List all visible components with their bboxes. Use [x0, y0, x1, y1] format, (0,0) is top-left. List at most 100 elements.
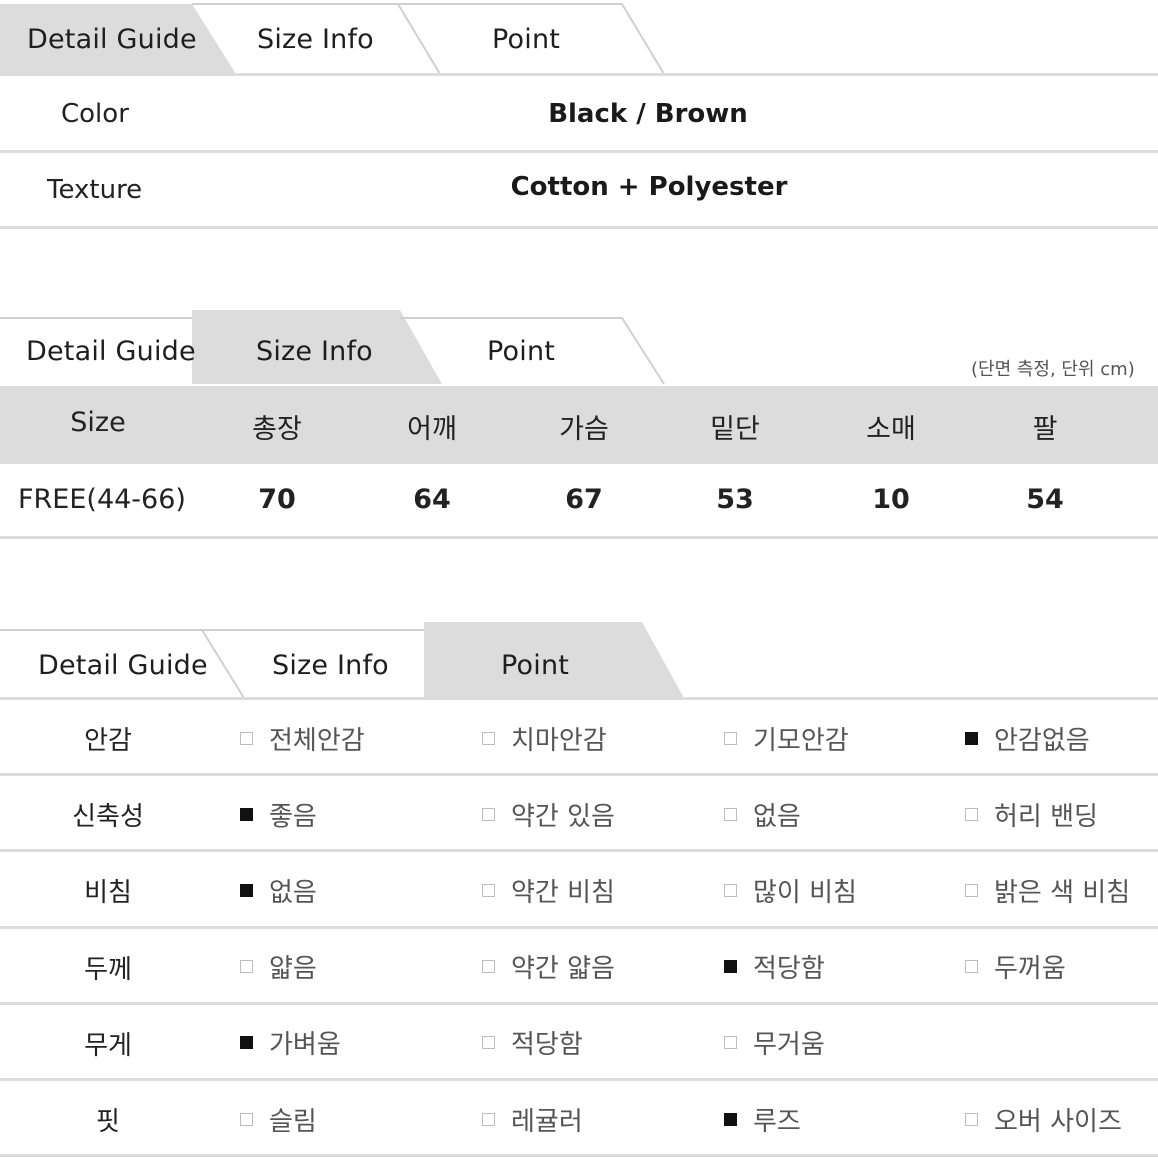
- point-option: 허리 밴딩: [965, 796, 1098, 832]
- tab-detail-guide[interactable]: Detail Guide: [27, 24, 197, 55]
- divider: [0, 697, 1158, 700]
- point-option-label: 좋음: [269, 801, 317, 832]
- checked-box-icon: [965, 731, 978, 745]
- tab-size-info[interactable]: Size Info: [272, 650, 389, 681]
- texture-label: Texture: [47, 175, 143, 205]
- point-option: 치마안감: [482, 720, 607, 756]
- point-option: 약간 비침: [482, 872, 615, 908]
- point-option-label: 밝은 색 비침: [994, 877, 1131, 908]
- tab-size-info[interactable]: Size Info: [256, 336, 373, 367]
- size-value-arm: 54: [1026, 484, 1064, 515]
- unchecked-box-icon: [482, 960, 495, 974]
- size-header-hem: 밑단: [710, 414, 760, 445]
- tab-point[interactable]: Point: [492, 24, 560, 55]
- point-option: 안감없음: [965, 720, 1090, 756]
- unchecked-box-icon: [482, 1036, 495, 1050]
- point-option-label: 적당함: [511, 1030, 583, 1061]
- point-option-label: 약간 비침: [511, 877, 615, 908]
- point-option: 약간 있음: [482, 796, 615, 832]
- point-option: 좋음: [240, 796, 317, 832]
- unchecked-box-icon: [965, 807, 978, 821]
- unchecked-box-icon: [482, 883, 495, 897]
- point-option: 루즈: [724, 1101, 801, 1137]
- divider: [0, 150, 1158, 153]
- divider: [0, 1154, 1158, 1158]
- point-option-label: 없음: [269, 877, 317, 908]
- checked-box-icon: [240, 883, 253, 897]
- size-header-arm: 팔: [1032, 414, 1058, 445]
- unchecked-box-icon: [482, 731, 495, 745]
- unchecked-box-icon: [965, 883, 978, 897]
- size-header-shoulder: 어깨: [407, 414, 457, 445]
- divider: [0, 849, 1158, 853]
- size-value-shoulder: 64: [413, 484, 451, 515]
- unchecked-box-icon: [240, 1112, 253, 1126]
- point-option-label: 가벼움: [269, 1030, 341, 1061]
- tabbar-detail-guide: Detail Guide Size Info Point: [0, 0, 1158, 78]
- checked-box-icon: [724, 960, 737, 974]
- point-option-label: 치마안감: [511, 725, 607, 756]
- point-option: 기모안감: [724, 720, 849, 756]
- point-option: 레귤러: [482, 1101, 583, 1137]
- size-value-total-length: 70: [258, 484, 296, 515]
- point-option: 전체안감: [240, 720, 365, 756]
- unchecked-box-icon: [724, 807, 737, 821]
- checked-box-icon: [240, 807, 253, 821]
- unchecked-box-icon: [240, 960, 253, 974]
- tab-size-info[interactable]: Size Info: [257, 24, 374, 55]
- size-header-sleeve: 소매: [866, 414, 916, 445]
- tab-detail-guide[interactable]: Detail Guide: [38, 650, 208, 681]
- divider: [0, 1001, 1158, 1005]
- tabbar-size-info: Detail Guide Size Info Point (단면 측정, 단위 …: [0, 310, 1158, 386]
- divider: [0, 73, 1158, 76]
- texture-value: Cotton + Polyester: [510, 172, 788, 202]
- tab-detail-guide[interactable]: Detail Guide: [26, 336, 196, 367]
- point-option: 얇음: [240, 949, 317, 985]
- tab-point[interactable]: Point: [501, 650, 569, 681]
- point-option: 약간 얇음: [482, 949, 615, 985]
- point-option-label: 안감없음: [994, 725, 1090, 756]
- unchecked-box-icon: [724, 883, 737, 897]
- point-option: 없음: [724, 796, 801, 832]
- divider: [0, 536, 1158, 539]
- unit-note: (단면 측정, 단위 cm): [971, 359, 1135, 380]
- point-option: 슬림: [240, 1101, 317, 1137]
- point-option-label: 기모안감: [753, 725, 849, 756]
- size-header-total-length: 총장: [252, 414, 302, 445]
- point-option-label: 없음: [753, 801, 801, 832]
- size-value-sleeve: 10: [872, 484, 910, 515]
- unchecked-box-icon: [724, 1036, 737, 1050]
- unchecked-box-icon: [240, 731, 253, 745]
- unchecked-box-icon: [724, 731, 737, 745]
- size-header-chest: 가슴: [559, 414, 609, 445]
- point-option: 오버 사이즈: [965, 1101, 1122, 1137]
- size-header-size: Size: [70, 407, 126, 438]
- tab-point[interactable]: Point: [487, 336, 555, 367]
- point-option: 두꺼움: [965, 949, 1066, 985]
- point-option-label: 오버 사이즈: [994, 1106, 1122, 1137]
- size-value-chest: 67: [565, 484, 603, 515]
- checked-box-icon: [240, 1036, 253, 1050]
- divider: [0, 925, 1158, 929]
- size-value-size: FREE(44-66): [18, 484, 186, 515]
- point-option-label: 전체안감: [269, 725, 365, 756]
- point-row-label: 비침: [84, 878, 132, 909]
- point-option-label: 적당함: [753, 954, 825, 985]
- size-value-hem: 53: [716, 484, 754, 515]
- color-label: Color: [61, 99, 129, 129]
- color-value: Black / Brown: [548, 99, 748, 129]
- point-row-label: 신축성: [72, 802, 144, 833]
- point-option: 적당함: [482, 1025, 583, 1061]
- point-option: 가벼움: [240, 1025, 341, 1061]
- point-option-label: 루즈: [753, 1106, 801, 1137]
- point-option: 없음: [240, 872, 317, 908]
- point-option-label: 레귤러: [511, 1106, 583, 1137]
- unchecked-box-icon: [965, 1112, 978, 1126]
- point-option-label: 약간 얇음: [511, 954, 615, 985]
- point-option: 적당함: [724, 949, 825, 985]
- unchecked-box-icon: [482, 1112, 495, 1126]
- point-option-label: 허리 밴딩: [994, 801, 1098, 832]
- point-option-label: 많이 비침: [753, 877, 857, 908]
- checked-box-icon: [724, 1112, 737, 1126]
- point-option-label: 두꺼움: [994, 954, 1066, 985]
